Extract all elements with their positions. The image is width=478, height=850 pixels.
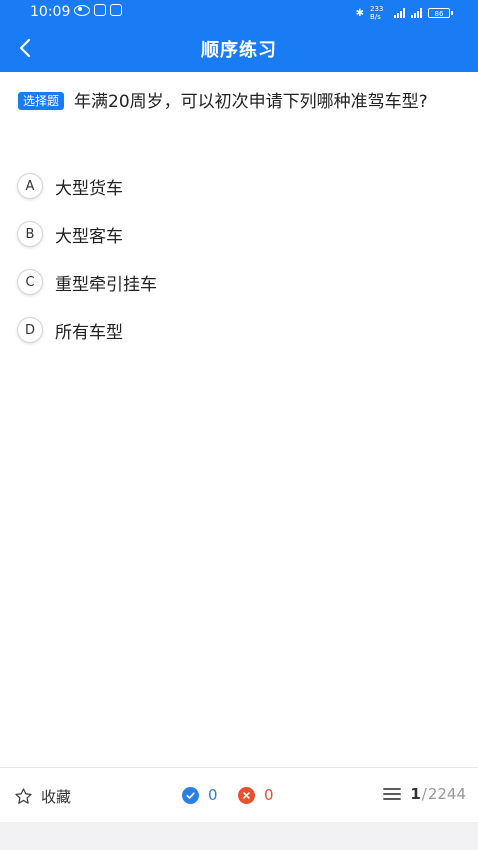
bluetooth-icon: ✱ bbox=[355, 7, 364, 19]
option-c[interactable]: C 重型牵引挂车 bbox=[17, 269, 157, 295]
nfc-icon bbox=[94, 4, 106, 16]
current-question-index: 1 bbox=[410, 785, 421, 803]
wrong-count-value: 0 bbox=[264, 786, 274, 804]
eye-icon bbox=[74, 4, 90, 16]
option-d[interactable]: D 所有车型 bbox=[17, 317, 123, 343]
question: 选择题 年满20周岁，可以初次申请下列哪种准驾车型? bbox=[18, 89, 466, 116]
total-questions: 2244 bbox=[427, 785, 466, 803]
x-icon bbox=[238, 786, 255, 804]
option-text: 大型客车 bbox=[55, 226, 123, 247]
option-text: 大型货车 bbox=[55, 178, 123, 199]
question-progress-button[interactable]: 1 / 2244 bbox=[383, 785, 466, 803]
option-letter: C bbox=[17, 269, 43, 295]
status-bar: 10:09 ✱ 233 B/s 86 bbox=[0, 0, 478, 26]
bottom-bar: 收藏 0 0 1 / 2244 bbox=[0, 767, 478, 823]
signal-icon bbox=[394, 8, 405, 18]
network-speed: 233 B/s bbox=[370, 5, 384, 21]
option-b[interactable]: B 大型客车 bbox=[17, 221, 123, 247]
star-icon bbox=[15, 788, 32, 804]
wrong-count: 0 bbox=[238, 786, 274, 804]
status-time: 10:09 bbox=[30, 4, 71, 20]
option-letter: A bbox=[17, 173, 43, 199]
favorite-button[interactable]: 收藏 bbox=[14, 786, 71, 807]
correct-count-value: 0 bbox=[208, 786, 218, 804]
option-a[interactable]: A 大型货车 bbox=[17, 173, 123, 199]
check-icon bbox=[182, 786, 199, 804]
alarm-icon bbox=[110, 4, 122, 16]
correct-count: 0 bbox=[182, 786, 218, 804]
favorite-label: 收藏 bbox=[41, 788, 72, 806]
option-text: 所有车型 bbox=[55, 322, 123, 343]
question-text: 年满20周岁，可以初次申请下列哪种准驾车型? bbox=[74, 92, 428, 112]
battery-icon: 86 bbox=[428, 8, 453, 18]
bottom-spacer bbox=[0, 822, 478, 850]
option-letter: D bbox=[17, 317, 43, 343]
status-left-icons bbox=[74, 4, 122, 16]
page-title: 顺序练习 bbox=[201, 40, 277, 61]
status-right-icons: ✱ 233 B/s 86 bbox=[355, 5, 453, 21]
option-letter: B bbox=[17, 221, 43, 247]
signal-icon-2 bbox=[411, 8, 422, 18]
question-type-badge: 选择题 bbox=[18, 92, 65, 110]
list-icon bbox=[383, 788, 402, 800]
option-text: 重型牵引挂车 bbox=[55, 274, 157, 295]
progress-separator: / bbox=[421, 785, 427, 803]
app-header: 10:09 ✱ 233 B/s 86 顺序练习 bbox=[0, 0, 478, 72]
